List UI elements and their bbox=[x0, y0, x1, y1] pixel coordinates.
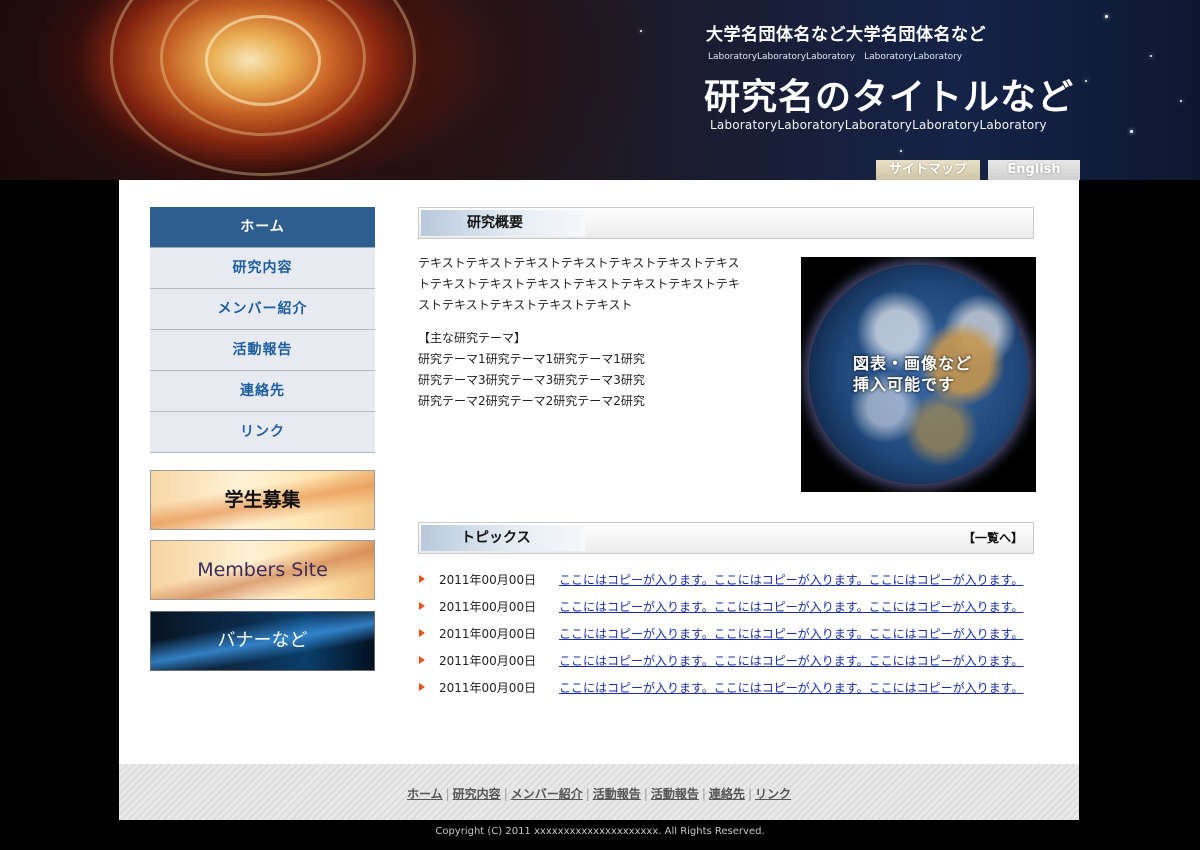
separator: | bbox=[585, 787, 590, 801]
placeholder-banner[interactable]: バナーなど bbox=[150, 611, 375, 671]
copyright: Copyright (C) 2011 xxxxxxxxxxxxxxxxxxxxx… bbox=[435, 826, 765, 837]
topic-link[interactable]: ここにはコピーが入ります。ここにはコピーが入ります。ここにはコピーが入ります。 bbox=[559, 598, 1023, 615]
separator: | bbox=[747, 787, 752, 801]
star bbox=[1105, 15, 1108, 18]
themes-title: 【主な研究テーマ】 bbox=[418, 331, 527, 345]
english-button[interactable]: English bbox=[988, 160, 1080, 180]
theme-item: 研究テーマ1研究テーマ1研究テーマ1研究 bbox=[418, 352, 645, 366]
footer-link-activities-2[interactable]: 活動報告 bbox=[651, 787, 699, 801]
nav-item-members[interactable]: メンバー紹介 bbox=[150, 289, 375, 330]
topics-heading-bar: トピックス 【一覧へ】 bbox=[418, 522, 1034, 554]
footer-link-activities[interactable]: 活動報告 bbox=[593, 787, 641, 801]
list-item: 2011年00月00日 ここにはコピーが入ります。ここにはコピーが入ります。ここ… bbox=[418, 652, 1034, 679]
list-item: 2011年00月00日 ここにはコピーが入ります。ここにはコピーが入ります。ここ… bbox=[418, 598, 1034, 625]
topic-link[interactable]: ここにはコピーが入ります。ここにはコピーが入ります。ここにはコピーが入ります。 bbox=[559, 625, 1023, 642]
star bbox=[1150, 55, 1152, 57]
arrow-right-icon bbox=[419, 656, 425, 664]
site-header: 大学名団体名など大学名団体名など LaboratoryLaboratoryLab… bbox=[0, 0, 1200, 180]
lab-title: 研究名のタイトルなど bbox=[704, 77, 1075, 118]
theme-item: 研究テーマ2研究テーマ2研究テーマ2研究 bbox=[418, 394, 645, 408]
footer-link-links[interactable]: リンク bbox=[755, 787, 791, 801]
separator: | bbox=[445, 787, 450, 801]
arrow-right-icon bbox=[419, 575, 425, 583]
nav-item-contact[interactable]: 連絡先 bbox=[150, 371, 375, 412]
nav-item-research[interactable]: 研究内容 bbox=[150, 248, 375, 289]
separator: | bbox=[643, 787, 648, 801]
view-all-link[interactable]: 【一覧へ】 bbox=[963, 523, 1023, 553]
student-recruitment-banner[interactable]: 学生募集 bbox=[150, 470, 375, 530]
nav-item-links[interactable]: リンク bbox=[150, 412, 375, 453]
overview-heading: 研究概要 bbox=[467, 215, 523, 231]
earth-image: 図表・画像など 挿入可能です bbox=[801, 257, 1036, 492]
star bbox=[1130, 130, 1133, 133]
arrow-right-icon bbox=[419, 683, 425, 691]
research-themes: 【主な研究テーマ】 研究テーマ1研究テーマ1研究テーマ1研究 研究テーマ3研究テ… bbox=[418, 328, 748, 412]
theme-item: 研究テーマ3研究テーマ3研究テーマ3研究 bbox=[418, 373, 645, 387]
topic-date: 2011年00月00日 bbox=[439, 681, 537, 695]
star bbox=[1180, 100, 1182, 102]
footer-link-home[interactable]: ホーム bbox=[407, 787, 443, 801]
overview-text: テキストテキストテキストテキストテキストテキストテキストテキストテキストテキスト… bbox=[418, 256, 740, 312]
members-site-banner[interactable]: Members Site bbox=[150, 540, 375, 600]
topic-link[interactable]: ここにはコピーが入ります。ここにはコピーが入ります。ここにはコピーが入ります。 bbox=[559, 571, 1023, 588]
list-item: 2011年00月00日 ここにはコピーが入ります。ここにはコピーが入ります。ここ… bbox=[418, 679, 1034, 706]
sitemap-button[interactable]: サイトマップ bbox=[876, 160, 980, 180]
topic-date: 2011年00月00日 bbox=[439, 627, 537, 641]
topic-date: 2011年00月00日 bbox=[439, 573, 537, 587]
list-item: 2011年00月00日 ここにはコピーが入ります。ここにはコピーが入ります。ここ… bbox=[418, 571, 1034, 598]
footer-navigation: ホーム | 研究内容 | メンバー紹介 | 活動報告 | 活動報告 | 連絡先 | リンク bbox=[119, 764, 1079, 802]
list-item: 2011年00月00日 ここにはコピーが入ります。ここにはコピーが入ります。ここ… bbox=[418, 625, 1034, 652]
image-caption-line: 挿入可能です bbox=[853, 375, 956, 394]
star bbox=[640, 30, 642, 32]
arrow-right-icon bbox=[419, 629, 425, 637]
topics-heading: トピックス bbox=[461, 530, 531, 546]
organization-name: 大学名団体名など大学名団体名など bbox=[706, 25, 986, 45]
separator: | bbox=[701, 787, 706, 801]
content-panel: ホーム 研究内容 メンバー紹介 活動報告 連絡先 リンク 学生募集 Member… bbox=[119, 180, 1079, 820]
topic-date: 2011年00月00日 bbox=[439, 654, 537, 668]
footer-link-contact[interactable]: 連絡先 bbox=[709, 787, 745, 801]
topics-list: 2011年00月00日 ここにはコピーが入ります。ここにはコピーが入ります。ここ… bbox=[418, 571, 1034, 706]
galaxy-swirl bbox=[205, 15, 321, 106]
side-navigation: ホーム 研究内容 メンバー紹介 活動報告 連絡先 リンク bbox=[150, 207, 375, 453]
image-caption: 図表・画像など 挿入可能です bbox=[853, 353, 972, 395]
topic-link[interactable]: ここにはコピーが入ります。ここにはコピーが入ります。ここにはコピーが入ります。 bbox=[559, 652, 1023, 669]
arrow-right-icon bbox=[419, 602, 425, 610]
star bbox=[900, 150, 902, 152]
nav-item-home[interactable]: ホーム bbox=[150, 207, 375, 248]
nav-item-activities[interactable]: 活動報告 bbox=[150, 330, 375, 371]
image-caption-line: 図表・画像など bbox=[853, 354, 973, 373]
topic-link[interactable]: ここにはコピーが入ります。ここにはコピーが入ります。ここにはコピーが入ります。 bbox=[559, 679, 1023, 696]
star bbox=[1085, 80, 1087, 82]
footer-link-research[interactable]: 研究内容 bbox=[453, 787, 501, 801]
lab-subtitle: LaboratoryLaboratoryLaboratoryLaboratory… bbox=[710, 118, 1047, 132]
footer: ホーム | 研究内容 | メンバー紹介 | 活動報告 | 活動報告 | 連絡先 | リンク bbox=[119, 764, 1079, 820]
footer-link-members[interactable]: メンバー紹介 bbox=[511, 787, 583, 801]
separator: | bbox=[503, 787, 508, 801]
overview-heading-bar: 研究概要 bbox=[418, 207, 1034, 239]
organization-subtitle: LaboratoryLaboratoryLaboratory Laborator… bbox=[708, 52, 963, 62]
topic-date: 2011年00月00日 bbox=[439, 600, 537, 614]
